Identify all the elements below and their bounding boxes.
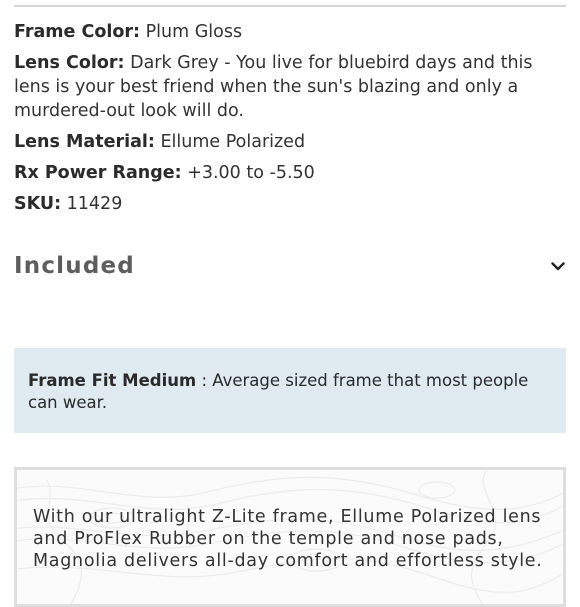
frame-fit-box: Frame Fit Medium : Average sized frame t… bbox=[14, 348, 566, 433]
frame-fit-separator: : bbox=[196, 371, 213, 390]
description-text: With our ultralight Z-Lite frame, Ellume… bbox=[33, 507, 543, 571]
spec-label: Rx Power Range: bbox=[14, 163, 182, 183]
frame-fit-label: Frame Fit Medium bbox=[28, 371, 197, 390]
spec-list: Frame Color: Plum Gloss Lens Color: Dark… bbox=[14, 20, 564, 223]
spec-label: SKU: bbox=[14, 194, 62, 214]
spec-value: Plum Gloss bbox=[145, 22, 243, 42]
spec-value: Ellume Polarized bbox=[160, 132, 306, 152]
spec-value: +3.00 to -5.50 bbox=[187, 163, 315, 183]
top-divider bbox=[14, 5, 566, 7]
spec-label: Lens Material: bbox=[14, 132, 155, 152]
included-title: Included bbox=[14, 253, 135, 279]
spec-rx-power-range: Rx Power Range: +3.00 to -5.50 bbox=[14, 161, 564, 185]
spec-value: 11429 bbox=[66, 194, 123, 214]
spec-lens-color: Lens Color: Dark Grey - You live for blu… bbox=[14, 51, 564, 123]
chevron-down-icon[interactable] bbox=[550, 258, 566, 274]
included-accordion-toggle[interactable]: Included bbox=[14, 250, 566, 282]
frame-fit-text: Frame Fit Medium : Average sized frame t… bbox=[28, 370, 552, 414]
spec-lens-material: Lens Material: Ellume Polarized bbox=[14, 130, 564, 154]
spec-frame-color: Frame Color: Plum Gloss bbox=[14, 20, 564, 44]
spec-label: Frame Color: bbox=[14, 22, 140, 42]
spec-label: Lens Color: bbox=[14, 53, 125, 73]
description-panel: With our ultralight Z-Lite frame, Ellume… bbox=[14, 467, 566, 607]
spec-sku: SKU: 11429 bbox=[14, 192, 564, 216]
